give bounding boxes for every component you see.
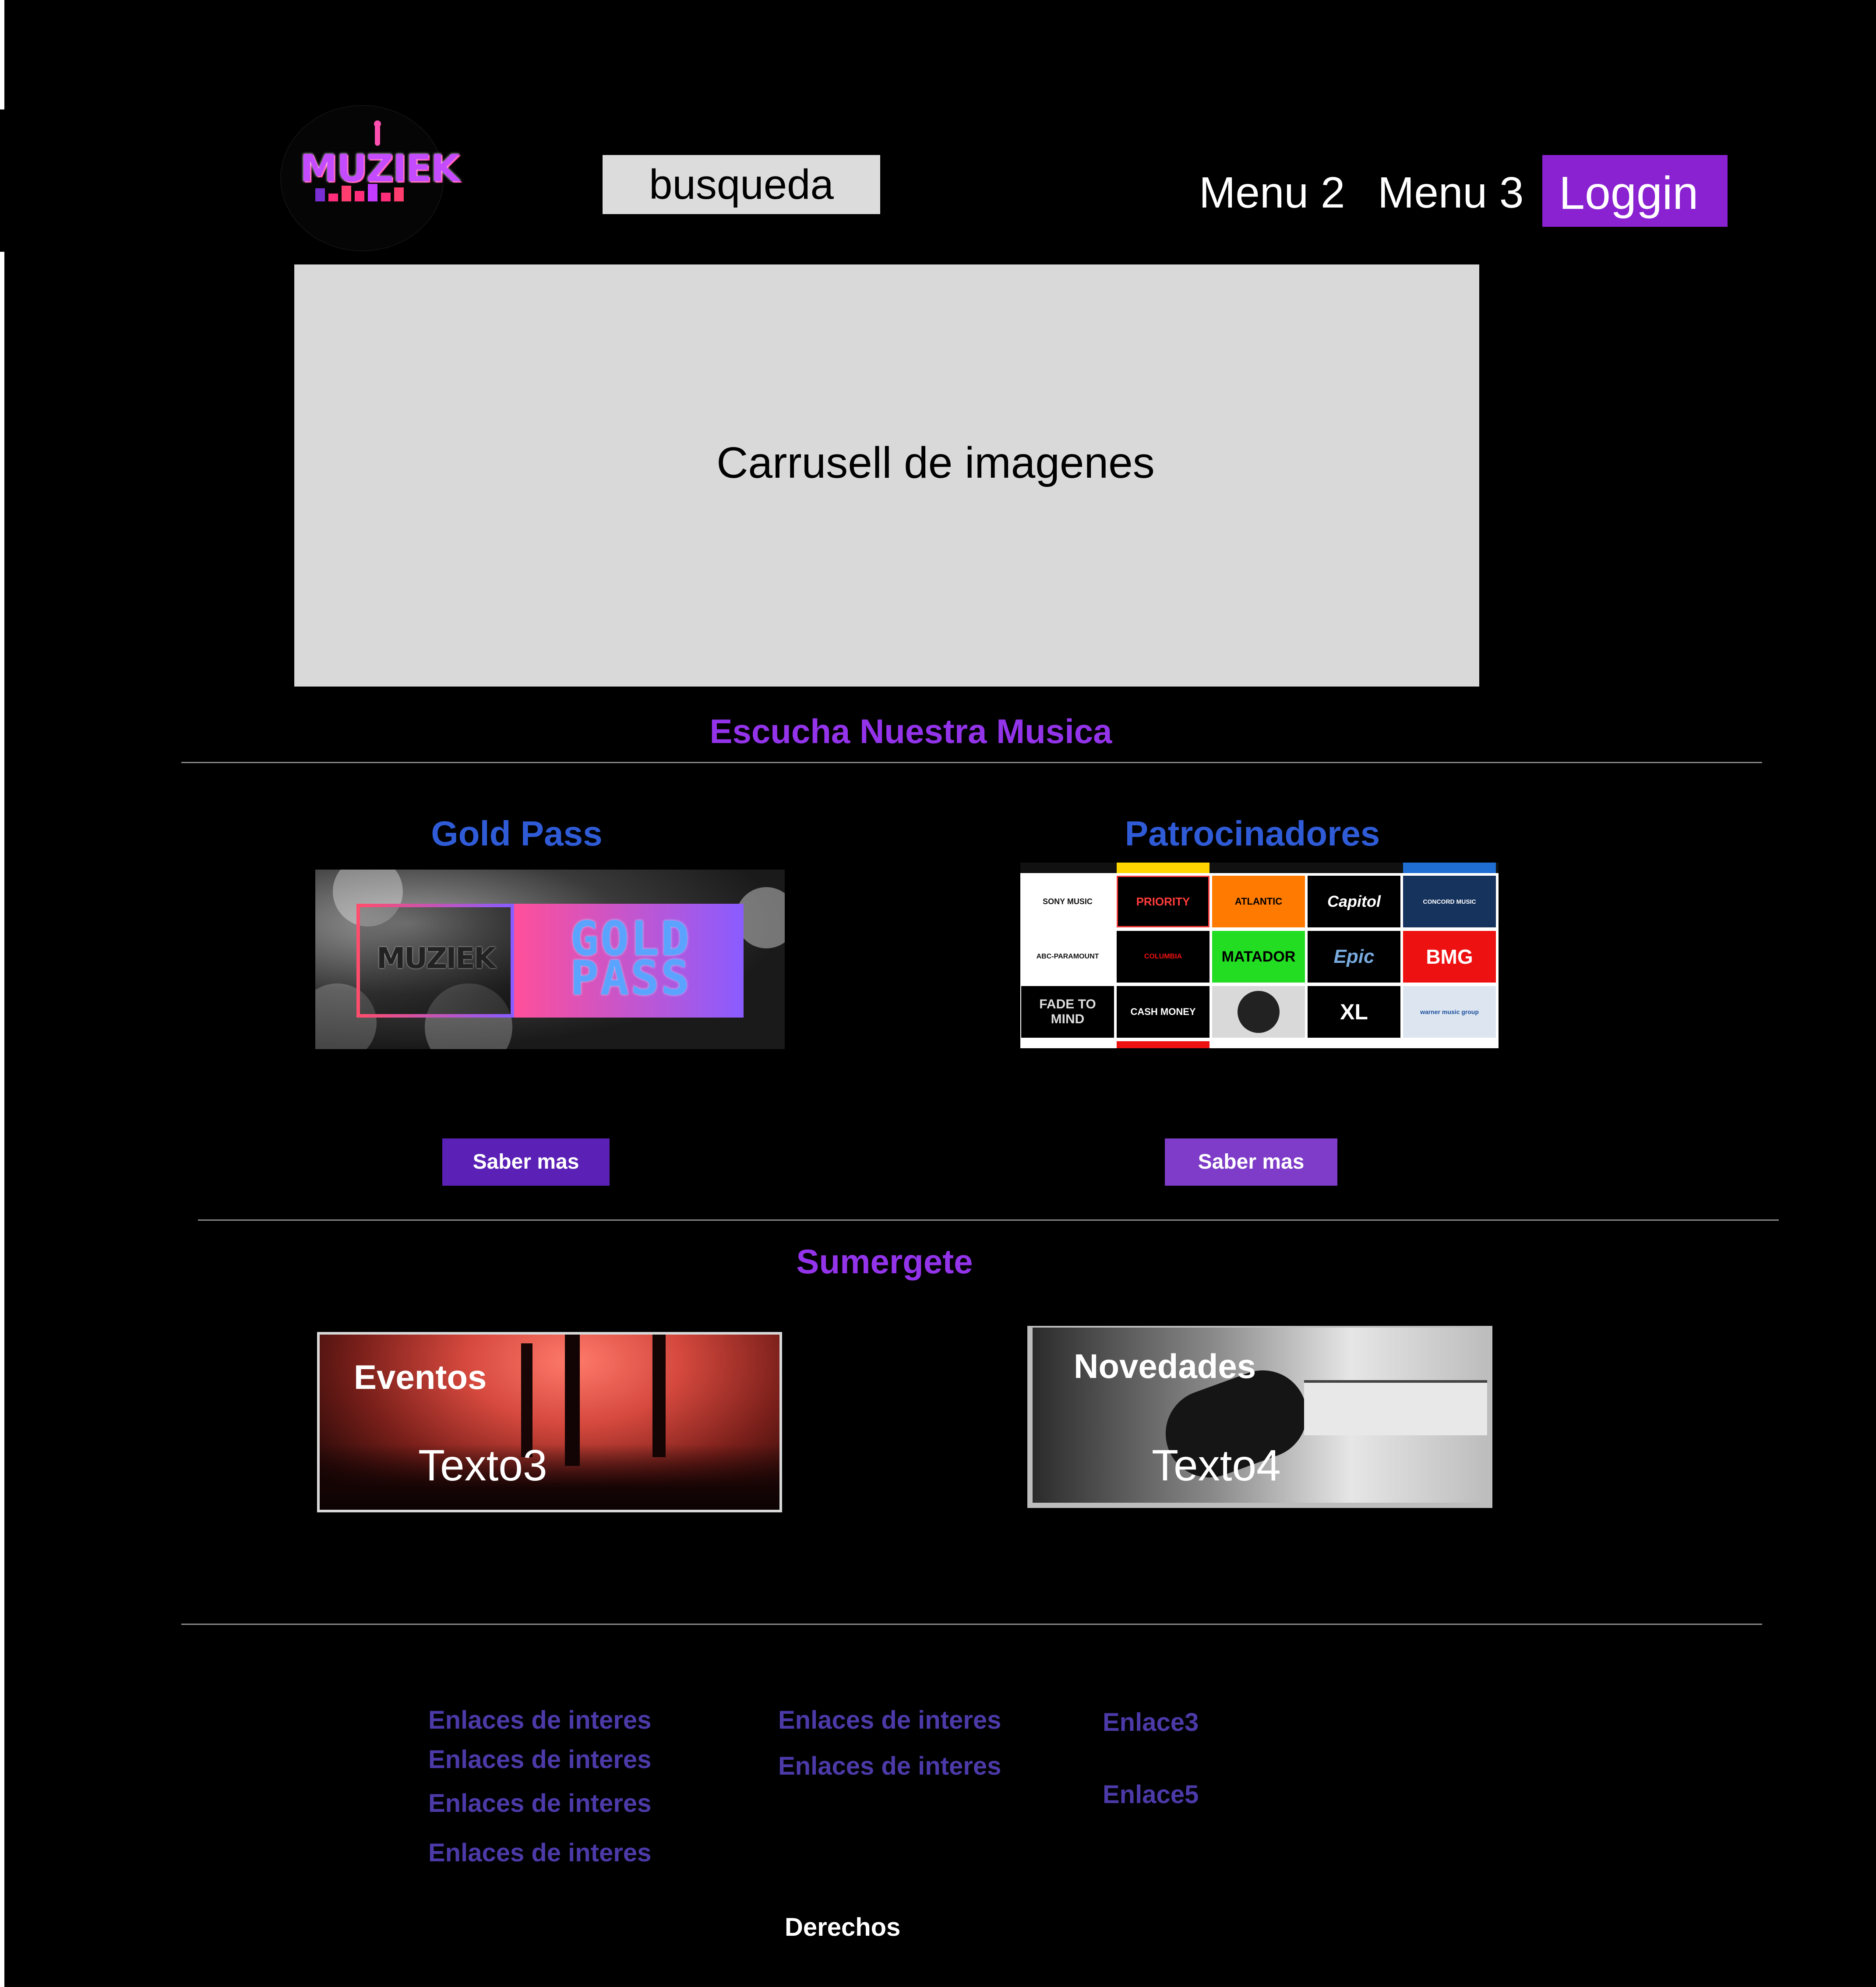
- footer-link[interactable]: Enlaces de interes: [778, 1705, 1001, 1735]
- footer-link[interactable]: Enlaces de interes: [778, 1751, 1001, 1781]
- events-title: Eventos: [354, 1358, 487, 1396]
- sponsor-logo: warner music group: [1403, 986, 1496, 1038]
- news-text: Texto4: [1152, 1441, 1281, 1490]
- sponsor-logo: Capitol: [1308, 876, 1400, 927]
- menu-item-3[interactable]: Menu 3: [1378, 166, 1524, 219]
- crowd-arm: [652, 1335, 666, 1457]
- footer-link[interactable]: Enlaces de interes: [428, 1745, 651, 1774]
- sponsor-logo: FADE TO MIND: [1021, 986, 1114, 1038]
- section-title-immerse: Sumergete: [796, 1242, 973, 1281]
- left-edge-strip-top: [0, 0, 4, 109]
- gold-pass-title: Gold Pass: [431, 814, 603, 853]
- sponsor-logo: Epic: [1308, 931, 1400, 983]
- login-button[interactable]: Loggin: [1542, 155, 1728, 227]
- waveform-screen: [1304, 1380, 1487, 1435]
- news-title: Novedades: [1074, 1347, 1256, 1385]
- crowd-silhouette: [320, 1444, 779, 1510]
- gold-pass-more-button[interactable]: Saber mas: [442, 1138, 610, 1186]
- sponsor-logo: BMG: [1403, 931, 1496, 983]
- divider: [181, 1624, 1762, 1625]
- sponsor-strip: [1117, 863, 1210, 873]
- logo-accent-dot: [374, 120, 381, 127]
- sponsor-logo: XL: [1308, 986, 1400, 1038]
- carousel-label: Carrusell de imagenes: [716, 438, 1155, 487]
- gold-pass-image-text: GOLD PASS: [570, 912, 691, 1006]
- left-edge-strip-bottom: [0, 252, 4, 1987]
- footer-link[interactable]: Enlaces de interes: [428, 1838, 651, 1867]
- sponsor-logo: MATADOR: [1212, 931, 1305, 983]
- sponsor-logo: ATLANTIC: [1212, 876, 1305, 927]
- crowd-arm: [521, 1343, 532, 1457]
- search-input[interactable]: busqueda: [603, 155, 880, 214]
- divider: [181, 762, 1762, 763]
- sponsor-logo: COLUMBIA: [1117, 931, 1210, 983]
- sponsors-more-button[interactable]: Saber mas: [1165, 1138, 1337, 1186]
- footer-link[interactable]: Enlace5: [1103, 1780, 1199, 1809]
- footer-link[interactable]: Enlace3: [1103, 1708, 1199, 1737]
- copyright-text: Derechos: [785, 1913, 901, 1941]
- footer-link[interactable]: Enlaces de interes: [428, 1705, 651, 1735]
- logo-equalizer-icon: [315, 183, 416, 201]
- sponsors-title: Patrocinadores: [1125, 814, 1380, 853]
- menu-item-2[interactable]: Menu 2: [1199, 166, 1345, 219]
- logo-accent: [375, 125, 380, 146]
- gold-pass-logo-text: MUZIEK: [377, 941, 496, 975]
- divider: [198, 1219, 1779, 1221]
- sponsor-logo: [1212, 986, 1305, 1038]
- crowd-arm: [565, 1335, 580, 1466]
- sponsor-strip: [1403, 863, 1496, 873]
- sponsor-logo: CASH MONEY: [1117, 986, 1210, 1038]
- sponsor-strip: [1117, 1041, 1210, 1048]
- sponsor-logo: SONY MUSIC: [1021, 876, 1114, 927]
- footer-link[interactable]: Enlaces de interes: [428, 1789, 651, 1818]
- section-title-music: Escucha Nuestra Musica: [709, 712, 1112, 750]
- sponsor-logo: CONCORD MUSIC: [1403, 876, 1496, 927]
- events-text: Texto3: [418, 1441, 547, 1490]
- sponsor-logo: ABC-PARAMOUNT: [1021, 931, 1114, 983]
- sponsor-logo: PRIORITY: [1117, 876, 1210, 927]
- sponsors-image[interactable]: SONY MUSIC PRIORITY ATLANTIC Capitol CON…: [1020, 863, 1499, 1048]
